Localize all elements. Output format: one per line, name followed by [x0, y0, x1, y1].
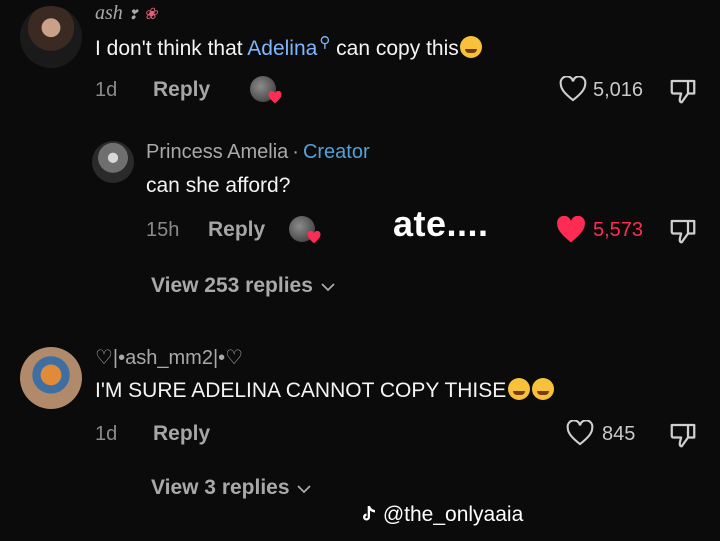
- bow-icon: ❣: [127, 7, 139, 22]
- like-button[interactable]: [559, 75, 587, 107]
- creator-liked-avatar-icon: [289, 216, 321, 244]
- dislike-button[interactable]: [668, 76, 698, 111]
- smiling-hearts-emoji-icon: [508, 378, 531, 400]
- laughing-emoji-icon: [459, 36, 482, 58]
- heart-filled-icon: [557, 215, 585, 243]
- reply-button[interactable]: Reply: [208, 218, 265, 242]
- tiktok-watermark: @the_onlyaaia: [361, 503, 523, 527]
- thumbs-down-icon: [670, 423, 696, 448]
- overlay-caption: ate....: [393, 203, 489, 244]
- comment-text: I don't think that Adelina ⚲ can copy thi…: [95, 33, 482, 61]
- heart-outline-icon: [566, 419, 594, 446]
- reply-button[interactable]: Reply: [153, 78, 210, 102]
- comment-time: 1d: [95, 79, 118, 101]
- heart-outline-icon: [559, 75, 587, 102]
- comment-header: Princess Amelia · Creator: [146, 141, 370, 164]
- comment-text: I'M SURE ADELINA CANNOT COPY THISE: [95, 378, 555, 403]
- comment-time: 1d: [95, 423, 118, 445]
- heart-eyes-emoji-icon: [532, 378, 555, 400]
- view-replies-button[interactable]: View 253 replies: [151, 274, 335, 298]
- chevron-down-icon: [297, 485, 312, 494]
- like-count: 5,573: [593, 219, 644, 241]
- like-count: 845: [602, 423, 636, 445]
- creator-badge: Creator: [302, 141, 370, 163]
- comment-username[interactable]: ♡|•ash_mm2|•♡: [95, 345, 243, 370]
- tulip-icon: ❀: [143, 6, 158, 23]
- dislike-button[interactable]: [668, 216, 698, 251]
- separator-dot: ·: [292, 141, 299, 163]
- watermark-handle: @the_onlyaaia: [382, 503, 524, 526]
- view-replies-button[interactable]: View 3 replies: [151, 476, 312, 500]
- search-icon: ⚲: [319, 34, 331, 51]
- avatar[interactable]: [92, 141, 134, 183]
- comment-time: 15h: [146, 219, 180, 241]
- thumbs-down-icon: [670, 219, 696, 244]
- like-button[interactable]: [556, 215, 586, 249]
- tiktok-logo-icon: [363, 506, 375, 521]
- chevron-down-icon: [321, 283, 335, 292]
- avatar[interactable]: [20, 6, 82, 68]
- comment-text: can she afford?: [146, 174, 291, 197]
- like-count: 5,016: [593, 79, 644, 101]
- mention-link[interactable]: Adelina: [247, 37, 317, 60]
- dislike-button[interactable]: [668, 420, 698, 455]
- comment-username[interactable]: ash ❣ ❀: [95, 2, 157, 25]
- avatar[interactable]: [20, 347, 82, 409]
- creator-liked-avatar-icon: [250, 76, 282, 104]
- thumbs-down-icon: [670, 79, 696, 104]
- reply-button[interactable]: Reply: [153, 422, 210, 446]
- like-button[interactable]: [566, 419, 594, 451]
- comment-username[interactable]: Princess Amelia: [146, 141, 288, 163]
